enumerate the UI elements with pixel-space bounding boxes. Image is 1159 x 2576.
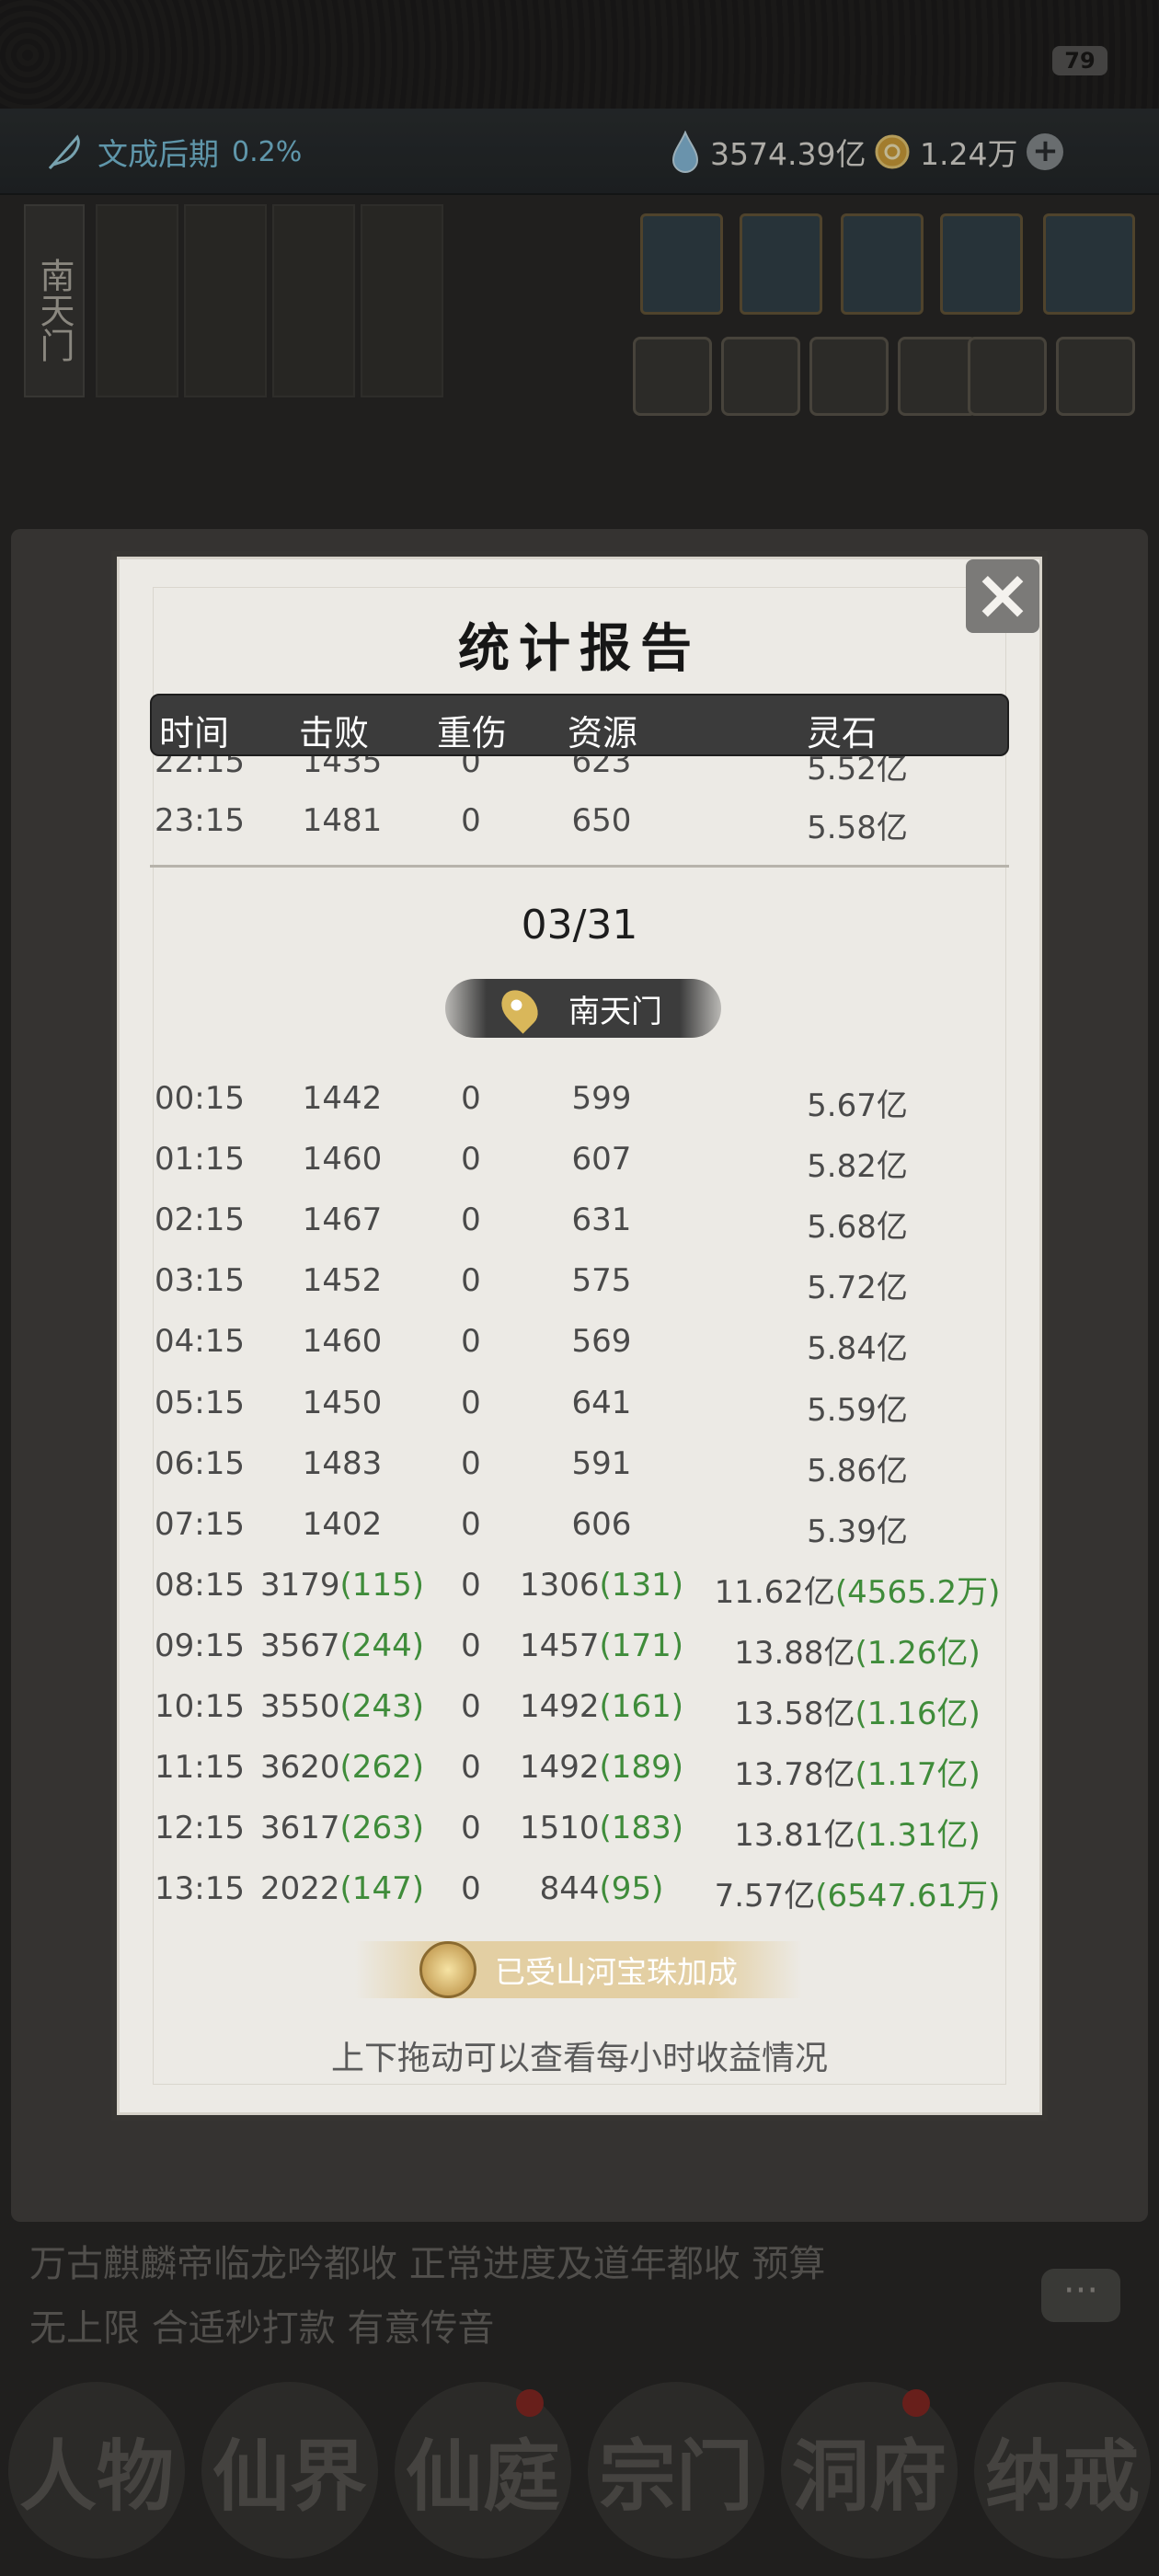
cell-resource-bonus: (95) bbox=[599, 1870, 664, 1908]
cell-stone-bonus: (4565.2万) bbox=[834, 1573, 1001, 1611]
cell-resource-value: 650 bbox=[571, 802, 632, 839]
cell-stone-value: 5.39亿 bbox=[807, 1512, 908, 1550]
cell-stone: 5.67亿 bbox=[673, 1080, 1041, 1125]
cell-resource-bonus: (131) bbox=[599, 1566, 683, 1604]
cell-stone-value: 5.52亿 bbox=[807, 751, 908, 788]
cell-stone-value: 7.57亿 bbox=[714, 1878, 816, 1915]
cell-stone-value: 5.67亿 bbox=[807, 1087, 908, 1124]
cell-resource-value: 1306 bbox=[520, 1566, 600, 1604]
cell-stone: 7.57亿(6547.61万) bbox=[673, 1870, 1041, 1915]
cell-resource-value: 631 bbox=[571, 1202, 632, 1239]
cell-stone: 13.78亿(1.17亿) bbox=[673, 1749, 1041, 1794]
cell-stone-bonus: (1.16亿) bbox=[855, 1696, 981, 1732]
cell-stone-value: 5.86亿 bbox=[807, 1452, 908, 1489]
cell-stone-bonus: (1.31亿) bbox=[855, 1817, 981, 1855]
date-divider bbox=[150, 865, 1009, 868]
cell-stone: 5.59亿 bbox=[673, 1385, 1041, 1430]
cell-stone-value: 5.68亿 bbox=[807, 1209, 908, 1247]
cell-resource-value: 1457 bbox=[520, 1627, 600, 1664]
cell-stone: 11.62亿(4565.2万) bbox=[673, 1567, 1041, 1612]
bonus-banner: 已受山河宝珠加成 bbox=[355, 1941, 802, 1998]
location-name: 南天门 bbox=[568, 993, 662, 1030]
cell-stone-value: 5.58亿 bbox=[807, 810, 908, 846]
cell-resource-value: 641 bbox=[571, 1384, 632, 1421]
cell-resource-value: 569 bbox=[571, 1323, 632, 1361]
cell-stone: 5.68亿 bbox=[673, 1202, 1041, 1247]
cell-resource-value: 575 bbox=[571, 1262, 632, 1300]
scroll-hint: 上下拖动可以查看每小时收益情况 bbox=[330, 2040, 828, 2077]
pearl-icon bbox=[419, 1941, 476, 1998]
cell-resource-bonus: (171) bbox=[599, 1627, 683, 1664]
cell-stone: 13.88亿(1.26亿) bbox=[673, 1627, 1041, 1673]
cell-stone-bonus: (1.17亿) bbox=[855, 1756, 981, 1794]
cell-resource-value: 1492 bbox=[520, 1688, 600, 1725]
cell-resource-bonus: (189) bbox=[599, 1749, 683, 1787]
cell-stone: 5.58亿 bbox=[673, 802, 1041, 847]
cell-resource-value: 1492 bbox=[520, 1749, 600, 1787]
cell-resource-value: 591 bbox=[571, 1444, 632, 1482]
cell-stone-value: 13.78亿 bbox=[734, 1756, 855, 1794]
cell-resource-value: 844 bbox=[539, 1870, 600, 1908]
cell-stone-value: 11.62亿 bbox=[714, 1573, 835, 1611]
cell-resource-value: 623 bbox=[571, 743, 632, 780]
cell-stone: 5.82亿 bbox=[673, 1141, 1041, 1186]
cell-resource-bonus: (183) bbox=[599, 1810, 683, 1847]
stats-table[interactable]: 22:15 1435 0 623 5.52亿 23:15 1481 0 650 5.58亿 00:1… bbox=[0, 0, 1159, 2576]
cell-stone: 5.86亿 bbox=[673, 1445, 1041, 1490]
date-label: 03/31 bbox=[521, 902, 638, 949]
bonus-text: 已受山河宝珠加成 bbox=[495, 1954, 738, 1990]
cell-stone-value: 5.59亿 bbox=[807, 1391, 908, 1429]
cell-stone-value: 13.88亿 bbox=[734, 1634, 855, 1672]
cell-stone: 13.81亿(1.31亿) bbox=[673, 1810, 1041, 1855]
cell-stone: 5.39亿 bbox=[673, 1506, 1041, 1551]
cell-stone-bonus: (6547.61万) bbox=[815, 1878, 1001, 1915]
cell-stone-bonus: (1.26亿) bbox=[855, 1634, 981, 1672]
cell-resource-bonus: (161) bbox=[599, 1688, 683, 1725]
cell-resource-value: 607 bbox=[571, 1141, 632, 1179]
cell-stone-value: 13.81亿 bbox=[734, 1817, 855, 1855]
cell-stone: 13.58亿(1.16亿) bbox=[673, 1688, 1041, 1733]
cell-resource-value: 599 bbox=[571, 1080, 632, 1117]
cell-stone-value: 5.84亿 bbox=[807, 1330, 908, 1368]
map-pin-icon bbox=[494, 983, 545, 1034]
cell-stone: 5.72亿 bbox=[673, 1262, 1041, 1307]
cell-stone: 5.52亿 bbox=[673, 751, 1041, 788]
cell-stone-value: 5.72亿 bbox=[807, 1270, 908, 1307]
location-badge: 南天门 bbox=[445, 979, 721, 1038]
cell-stone-value: 13.58亿 bbox=[734, 1696, 855, 1732]
cell-stone-value: 5.82亿 bbox=[807, 1148, 908, 1186]
cell-stone: 5.84亿 bbox=[673, 1323, 1041, 1368]
cell-resource-value: 1510 bbox=[520, 1810, 600, 1847]
cell-resource-value: 606 bbox=[571, 1505, 632, 1543]
